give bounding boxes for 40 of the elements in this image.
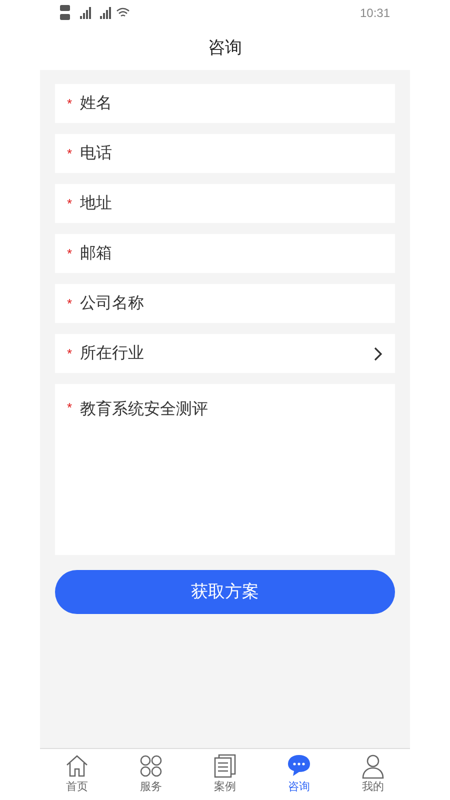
- field-label: 地址: [80, 194, 114, 214]
- field-label: 所在行业: [80, 344, 146, 364]
- tab-item[interactable]: 我的: [336, 749, 410, 800]
- tab-item[interactable]: 首页: [40, 749, 114, 800]
- field-label: 教育系统安全测评: [80, 399, 210, 420]
- input-field[interactable]: * 教育系统安全测评: [55, 384, 395, 555]
- select-field[interactable]: * 所在行业: [55, 334, 395, 373]
- input-field[interactable]: * 电话: [55, 134, 395, 173]
- input-field[interactable]: * 姓名: [55, 84, 395, 123]
- field-label: 电话: [80, 144, 114, 164]
- tab-item[interactable]: 案例: [188, 749, 262, 800]
- input-field[interactable]: * 邮箱: [55, 234, 395, 273]
- field-label: 姓名: [80, 94, 114, 114]
- field-label: 公司名称: [80, 294, 146, 314]
- person-icon: [360, 753, 386, 780]
- wifi-icon: [116, 7, 130, 19]
- page-title: 咨询: [208, 37, 242, 60]
- required-mark: *: [67, 344, 72, 363]
- required-mark: *: [67, 194, 72, 213]
- required-mark: *: [67, 244, 72, 263]
- submit-button[interactable]: 获取方案: [55, 570, 395, 614]
- status-time: 10:31: [360, 5, 390, 22]
- tab-label: 首页: [66, 780, 88, 796]
- required-mark: *: [67, 94, 72, 113]
- required-mark: *: [67, 144, 72, 163]
- tab-label: 咨询: [288, 780, 310, 796]
- chevron-right-icon: [373, 346, 383, 362]
- home-icon: [64, 753, 90, 780]
- tab-item[interactable]: 咨询: [262, 749, 336, 800]
- input-field[interactable]: * 地址: [55, 184, 395, 223]
- tab-item[interactable]: 服务: [114, 749, 188, 800]
- required-mark: *: [67, 399, 72, 417]
- input-field[interactable]: * 公司名称: [55, 284, 395, 323]
- field-label: 邮箱: [80, 244, 114, 264]
- required-mark: *: [67, 294, 72, 313]
- tab-label: 服务: [140, 780, 162, 796]
- tab-label: 案例: [214, 780, 236, 796]
- four-circles-icon: [138, 753, 164, 780]
- document-stack-icon: [212, 753, 238, 780]
- tab-label: 我的: [362, 780, 384, 796]
